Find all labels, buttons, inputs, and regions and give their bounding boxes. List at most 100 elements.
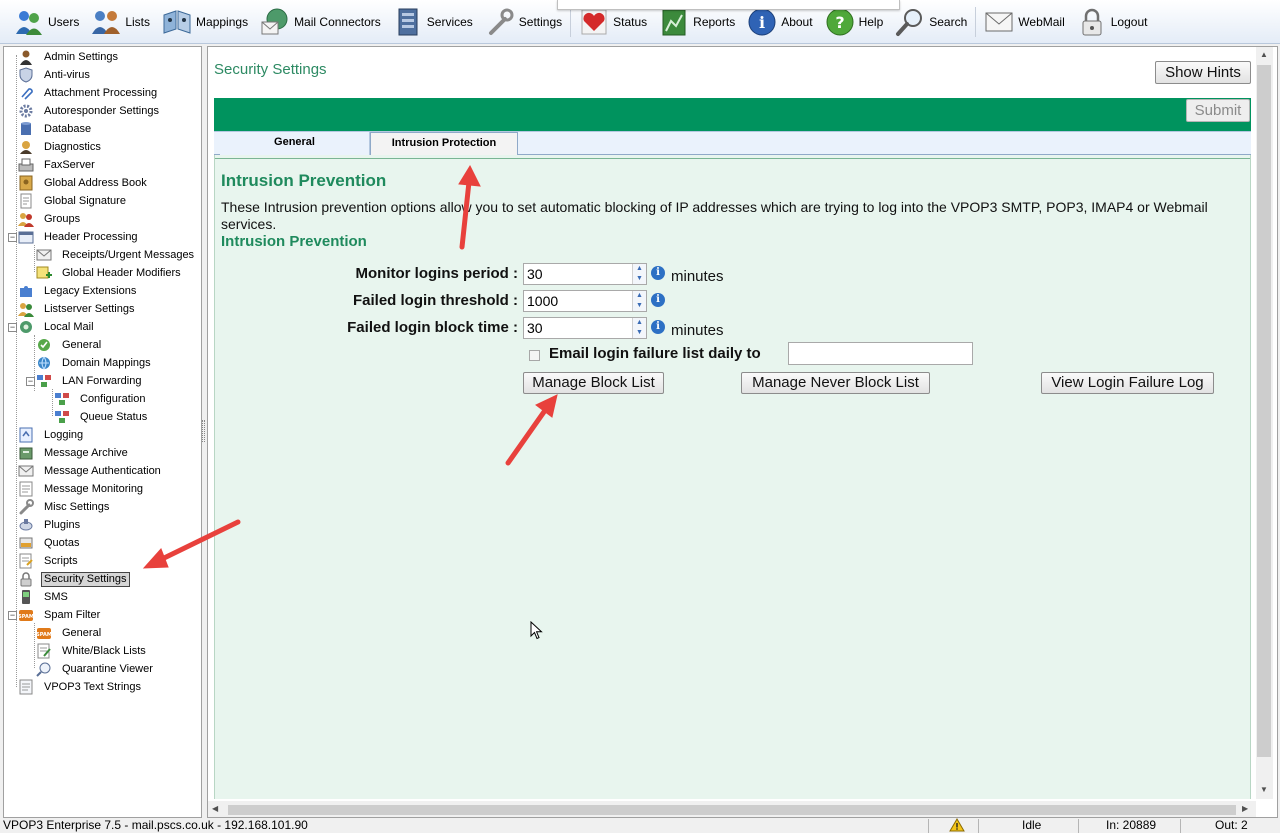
scroll-right-icon[interactable]: ▶ — [1242, 804, 1248, 813]
tree-item-message-monitoring[interactable]: Message Monitoring — [18, 480, 146, 498]
horizontal-scroll-thumb[interactable] — [228, 805, 1236, 815]
section-description: These Intrusion prevention options allow… — [221, 199, 1208, 232]
header-icon — [18, 229, 34, 245]
toolbar-lists-button[interactable]: Lists — [85, 2, 156, 42]
monitor-period-value[interactable]: 30 — [524, 266, 632, 282]
manage-block-list-button[interactable]: Manage Block List — [523, 372, 664, 394]
tree-item-admin-settings[interactable]: Admin Settings — [18, 48, 121, 66]
email-daily-checkbox[interactable] — [529, 350, 540, 361]
tree-item-white-black-lists[interactable]: White/Black Lists — [36, 642, 149, 660]
failed-threshold-value[interactable]: 1000 — [524, 293, 632, 309]
tree-item-anti-virus[interactable]: Anti-virus — [18, 66, 93, 84]
tree-item-label: General — [62, 626, 102, 639]
tree-item-quarantine-viewer[interactable]: Quarantine Viewer — [36, 660, 156, 678]
failed-threshold-stepper[interactable]: 1000 ▲ ▼ — [523, 290, 647, 312]
toolbar-services-button[interactable]: Services — [387, 2, 479, 42]
tree-item-lan-forwarding[interactable]: LAN Forwarding — [36, 372, 144, 390]
collapse-lan-forwarding-toggle[interactable]: − — [26, 377, 35, 386]
toolbar-mappings-button[interactable]: Mappings — [156, 2, 254, 42]
tree-item-misc-settings[interactable]: Misc Settings — [18, 498, 112, 516]
tree-item-sms[interactable]: SMS — [18, 588, 71, 606]
toolbar-mail-connectors-button[interactable]: Mail Connectors — [254, 2, 387, 42]
tab-content: Intrusion Prevention These Intrusion pre… — [214, 155, 1251, 799]
block-time-stepper[interactable]: 30 ▲ ▼ — [523, 317, 647, 339]
tree-item-spam-general[interactable]: SPAM General — [36, 624, 104, 642]
toolbar-logout-button[interactable]: Logout — [1071, 2, 1154, 42]
show-hints-button[interactable]: Show Hints — [1155, 61, 1251, 84]
block-time-info-icon[interactable]: i — [651, 320, 665, 334]
toolbar-search-button[interactable]: Search — [889, 2, 973, 42]
toolbar-settings-button[interactable]: Settings — [479, 2, 568, 42]
spin-down-icon[interactable]: ▼ — [633, 274, 646, 284]
collapse-header-processing-toggle[interactable]: − — [8, 233, 17, 242]
tree-item-label: FaxServer — [44, 158, 95, 171]
tree-item-message-archive[interactable]: Message Archive — [18, 444, 131, 462]
spin-down-icon[interactable]: ▼ — [633, 301, 646, 311]
failed-threshold-info-icon[interactable]: i — [651, 293, 665, 307]
spin-up-icon[interactable]: ▲ — [633, 318, 646, 328]
tree-item-attachment-processing[interactable]: Attachment Processing — [18, 84, 160, 102]
tree-item-logging[interactable]: Logging — [18, 426, 86, 444]
spin-up-icon[interactable]: ▲ — [633, 291, 646, 301]
toolbar-users-button[interactable]: Users — [8, 2, 85, 42]
monitoring-icon — [18, 481, 34, 497]
collapse-spam-filter-toggle[interactable]: − — [8, 611, 17, 620]
tree-item-listserver-settings[interactable]: Listserver Settings — [18, 300, 137, 318]
tree-item-local-mail-general[interactable]: General — [36, 336, 104, 354]
vertical-scroll-thumb[interactable] — [1257, 65, 1271, 757]
tree-item-scripts[interactable]: Scripts — [18, 552, 81, 570]
splitter-grip[interactable] — [202, 420, 205, 442]
horizontal-scrollbar[interactable]: ◀ ▶ — [208, 801, 1256, 817]
spin-down-icon[interactable]: ▼ — [633, 328, 646, 338]
spin-up-icon[interactable]: ▲ — [633, 264, 646, 274]
tree-item-message-authentication[interactable]: Message Authentication — [18, 462, 164, 480]
tree-item-security-settings[interactable]: Security Settings — [18, 570, 130, 588]
warning-icon[interactable] — [949, 818, 965, 833]
tab-general[interactable]: General — [220, 132, 370, 156]
quota-icon — [18, 535, 34, 551]
scroll-left-icon[interactable]: ◀ — [212, 804, 218, 813]
toolbar-mappings-label: Mappings — [196, 14, 249, 29]
tree-item-diagnostics[interactable]: Diagnostics — [18, 138, 104, 156]
toolbar-webmail-button[interactable]: WebMail — [978, 2, 1070, 42]
email-daily-field[interactable] — [788, 342, 973, 365]
monitor-period-info-icon[interactable]: i — [651, 266, 665, 280]
tree-item-queue-status[interactable]: Queue Status — [54, 408, 150, 426]
tree-item-database[interactable]: Database — [18, 120, 94, 138]
failed-threshold-label: Failed login threshold : — [353, 292, 518, 309]
tree-item-header-processing[interactable]: Header Processing — [18, 228, 141, 246]
tree-item-local-mail[interactable]: Local Mail — [18, 318, 97, 336]
tree-item-global-header-modifiers[interactable]: Global Header Modifiers — [36, 264, 184, 282]
tree-item-autoresponder-settings[interactable]: Autoresponder Settings — [18, 102, 162, 120]
tree-item-global-address-book[interactable]: Global Address Book — [18, 174, 150, 192]
stepper-arrows[interactable]: ▲ ▼ — [632, 318, 646, 338]
stepper-arrows[interactable]: ▲ ▼ — [632, 291, 646, 311]
status-divider — [1180, 819, 1181, 833]
view-login-failure-log-button[interactable]: View Login Failure Log — [1041, 372, 1214, 394]
scroll-up-icon[interactable]: ▲ — [1260, 50, 1268, 59]
tree-item-plugins[interactable]: Plugins — [18, 516, 83, 534]
tree-item-label: SMS — [44, 590, 68, 603]
tab-intrusion-protection[interactable]: Intrusion Protection — [370, 132, 518, 157]
fax-icon — [18, 157, 34, 173]
tree-item-legacy-extensions[interactable]: Legacy Extensions — [18, 282, 139, 300]
tree-item-global-signature[interactable]: Global Signature — [18, 192, 129, 210]
tree-item-quotas[interactable]: Quotas — [18, 534, 82, 552]
sub-heading: Intrusion Prevention — [221, 233, 367, 250]
manage-never-block-list-button[interactable]: Manage Never Block List — [741, 372, 930, 394]
submit-button[interactable]: Submit — [1186, 99, 1250, 122]
tree-item-lan-configuration[interactable]: Configuration — [54, 390, 148, 408]
tree-item-spam-filter[interactable]: SPAM Spam Filter — [18, 606, 103, 624]
block-time-value[interactable]: 30 — [524, 320, 632, 336]
collapse-local-mail-toggle[interactable]: − — [8, 323, 17, 332]
vertical-scrollbar[interactable]: ▲ ▼ — [1256, 47, 1273, 799]
scroll-down-icon[interactable]: ▼ — [1260, 785, 1268, 794]
tree-item-groups[interactable]: Groups — [18, 210, 83, 228]
stepper-arrows[interactable]: ▲ ▼ — [632, 264, 646, 284]
tree-item-faxserver[interactable]: FaxServer — [18, 156, 98, 174]
shield-icon — [18, 67, 34, 83]
monitor-period-stepper[interactable]: 30 ▲ ▼ — [523, 263, 647, 285]
tree-item-receipts-urgent-messages[interactable]: Receipts/Urgent Messages — [36, 246, 197, 264]
tree-item-domain-mappings[interactable]: Domain Mappings — [36, 354, 154, 372]
tree-item-vpop3-text-strings[interactable]: VPOP3 Text Strings — [18, 678, 144, 696]
